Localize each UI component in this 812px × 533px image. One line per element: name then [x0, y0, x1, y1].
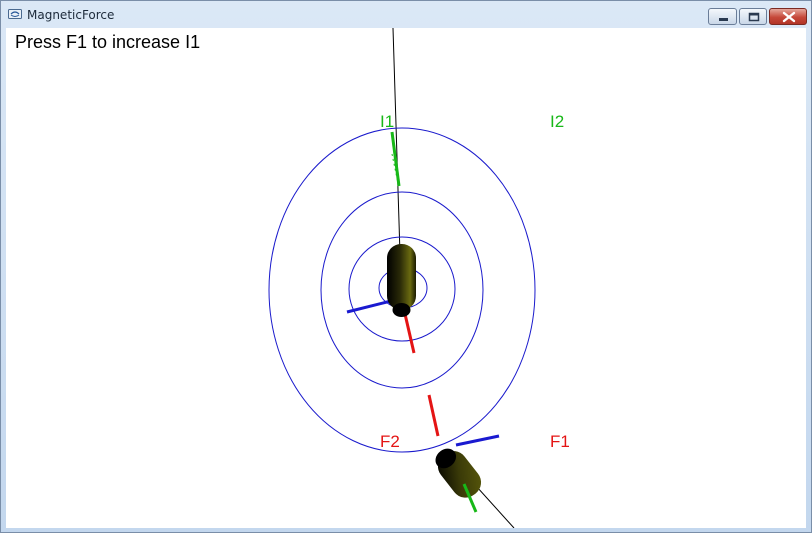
conductor-1 [387, 244, 416, 317]
app-window: MagneticForce Press F1 to increase I1 I1… [0, 0, 812, 533]
app-window-icon [8, 9, 22, 19]
label-force-2: F2 [380, 432, 400, 451]
force-arrow-1 [403, 313, 416, 354]
minimize-button[interactable] [708, 8, 737, 25]
window-title: MagneticForce [27, 8, 115, 22]
close-button[interactable] [769, 8, 807, 25]
conductor-2 [435, 448, 482, 498]
force-arrow-2 [427, 394, 440, 437]
magnetic-scene [268, 28, 536, 528]
title-bar[interactable]: MagneticForce [1, 1, 811, 28]
render-canvas[interactable]: Press F1 to increase I1 I1 I2 F2 F1 [6, 28, 806, 528]
normal-arrow-1 [346, 299, 392, 314]
label-current-2: I2 [550, 112, 565, 131]
maximize-button[interactable] [739, 8, 767, 25]
maximize-icon [748, 12, 760, 22]
current-arrow-1 [390, 131, 401, 189]
close-icon [782, 11, 796, 23]
label-current-1: I1 [380, 112, 395, 131]
label-force-1: F1 [550, 432, 570, 451]
normal-arrow-2 [455, 434, 500, 447]
hint-text: Press F1 to increase I1 [15, 32, 201, 52]
minimize-icon [719, 18, 728, 21]
